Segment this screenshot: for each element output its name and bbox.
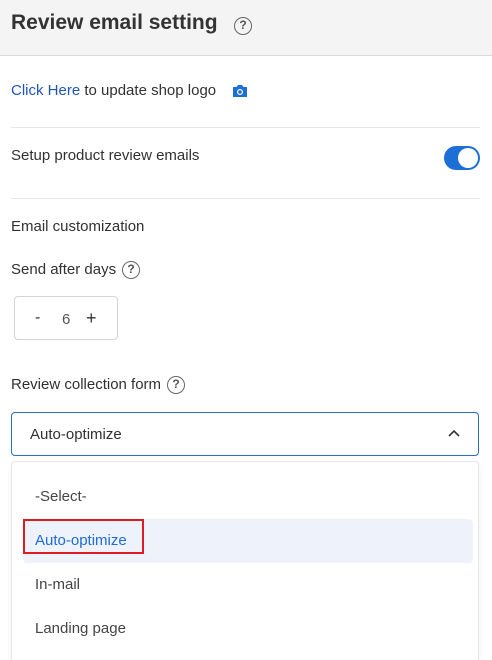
send-after-days-text: Send after days (11, 261, 117, 278)
option-select[interactable]: -Select- (23, 475, 473, 519)
camera-icon[interactable] (232, 84, 248, 98)
question-circle-icon[interactable]: ? (234, 17, 252, 35)
divider (11, 198, 480, 199)
question-circle-icon[interactable]: ? (167, 376, 186, 395)
review-collection-form-label: Review collection form? (11, 376, 186, 395)
review-collection-form-text: Review collection form (11, 376, 162, 393)
question-circle-icon[interactable]: ? (122, 261, 141, 280)
setup-review-emails-toggle[interactable] (444, 146, 480, 170)
stepper-value[interactable]: 6 (62, 311, 70, 328)
decrement-button[interactable]: - (35, 309, 40, 327)
send-after-days-label: Send after days? (11, 261, 141, 280)
chevron-up-icon (448, 429, 460, 437)
option-in-mail[interactable]: In-mail (23, 563, 473, 607)
email-customization-title: Email customization (11, 218, 145, 235)
option-label: Landing page (35, 620, 126, 637)
page-title: Review email setting (11, 11, 218, 34)
send-after-days-stepper: - 6 + (14, 296, 118, 340)
option-label: In-mail (35, 576, 81, 593)
update-logo-text: to update shop logo (80, 82, 217, 99)
toggle-knob (458, 148, 478, 168)
option-label: Auto-optimize (35, 532, 127, 549)
option-label: -Select- (35, 488, 87, 505)
dropdown-menu: -Select- Auto-optimize In-mail Landing p… (11, 461, 479, 660)
option-auto-optimize[interactable]: Auto-optimize (23, 519, 473, 563)
divider (11, 127, 480, 128)
review-collection-form-select[interactable]: Auto-optimize (11, 412, 479, 456)
selected-value: Auto-optimize (30, 426, 122, 443)
setup-review-emails-label: Setup product review emails (11, 147, 200, 164)
update-logo-row: Click Here to update shop logo (11, 82, 216, 99)
click-here-link[interactable]: Click Here (11, 82, 80, 99)
increment-button[interactable]: + (86, 308, 97, 329)
option-landing-page[interactable]: Landing page (23, 607, 473, 651)
page-header: Review email setting ? (0, 0, 492, 56)
